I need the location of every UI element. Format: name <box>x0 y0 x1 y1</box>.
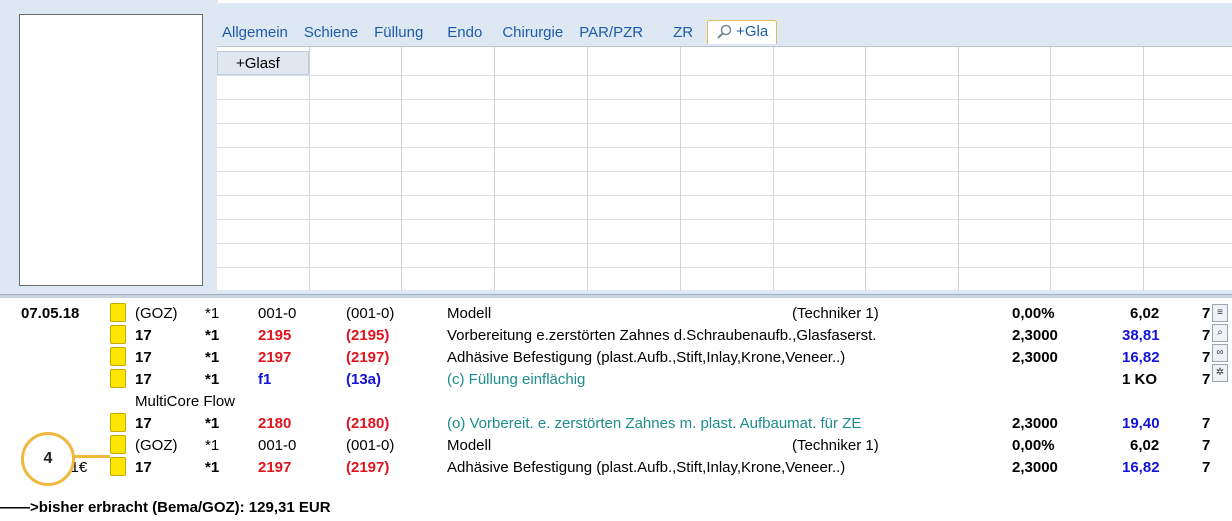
marker-icon <box>110 457 126 476</box>
grid-cell-glasf[interactable]: +Glasf <box>217 51 309 75</box>
callout-pointer <box>72 455 110 458</box>
tab-glas-search[interactable]: +Gla <box>707 20 778 44</box>
tab-zr[interactable]: ZR <box>665 24 701 44</box>
list-item[interactable]: 129,31€ 17 *1 2197 (2197) Adhäsive Befes… <box>0 457 1232 479</box>
marker-icon <box>110 369 126 388</box>
tab-schiene[interactable]: Schiene <box>296 24 366 44</box>
step-callout: 4 <box>21 432 75 486</box>
top-edge <box>218 0 1232 3</box>
marker-icon <box>110 413 126 432</box>
marker-icon <box>110 303 126 322</box>
summary-line: ——>bisher erbracht (Bema/GOZ): 129,31 EU… <box>0 499 331 516</box>
tab-par-pzr[interactable]: PAR/PZR <box>571 24 651 44</box>
list-item-note[interactable]: MultiCore Flow <box>0 391 1232 413</box>
tab-glas-label: +Gla <box>736 23 769 40</box>
tab-allgemein[interactable]: Allgemein <box>214 24 296 44</box>
zoom-icon[interactable]: ⌕ <box>1212 324 1228 342</box>
settings-icon[interactable]: ✲ <box>1212 364 1228 382</box>
list-item[interactable]: 07.05.18 (GOZ) *1 001-0 (001-0) Modell (… <box>0 303 1232 325</box>
binoculars-icon[interactable]: ∞ <box>1212 344 1228 362</box>
selection-grid: +Glasf <box>217 46 1232 291</box>
list-item[interactable]: 17 *1 2195 (2195) Vorbereitung e.zerstör… <box>0 325 1232 347</box>
tab-fuellung[interactable]: Füllung <box>366 24 431 44</box>
side-toolbar: ≡ ⌕ ∞ ✲ <box>1212 304 1228 384</box>
billing-window: Allgemein Schiene Füllung Endo Chirurgie… <box>0 0 1232 521</box>
list-item[interactable]: 17 *1 2180 (2180) (o) Vorbereit. e. zers… <box>0 413 1232 435</box>
splitter[interactable] <box>0 294 1232 298</box>
list-item[interactable]: (GOZ) *1 001-0 (001-0) Modell (Techniker… <box>0 435 1232 457</box>
list-item[interactable]: 17 *1 2197 (2197) Adhäsive Befestigung (… <box>0 347 1232 369</box>
tab-bar: Allgemein Schiene Füllung Endo Chirurgie… <box>214 18 778 44</box>
document-icon[interactable]: ≡ <box>1212 304 1228 322</box>
marker-icon <box>110 435 126 454</box>
preview-box <box>19 14 203 286</box>
marker-icon <box>110 325 126 344</box>
list-item[interactable]: 17 *1 f1 (13a) (c) Füllung einflächig 1 … <box>0 369 1232 391</box>
marker-icon <box>110 347 126 366</box>
search-icon <box>716 24 732 40</box>
tab-endo[interactable]: Endo <box>439 24 490 44</box>
tab-chirurgie[interactable]: Chirurgie <box>494 24 571 44</box>
